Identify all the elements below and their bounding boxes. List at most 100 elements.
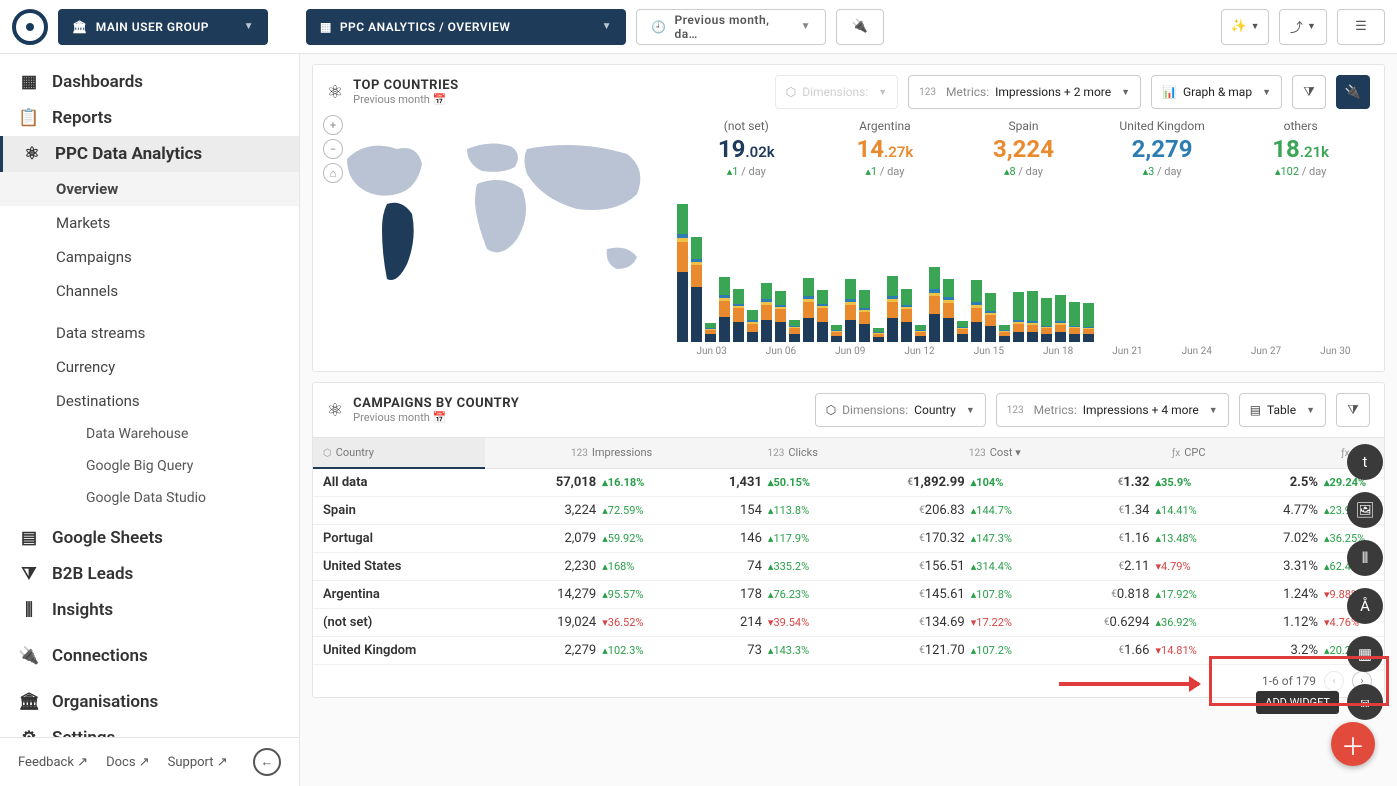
metric-notset: (not set) 19.02k ▴1 / day: [677, 119, 816, 178]
atom-icon: ⚛: [23, 145, 41, 163]
view-dropdown[interactable]: ▤ Table ▼: [1239, 393, 1326, 427]
connection-button[interactable]: 🔌: [836, 9, 884, 45]
table-row[interactable]: United Kingdom2,279▴102.3%73▴143.3%€121.…: [313, 637, 1384, 665]
nav-item-overview[interactable]: Overview: [0, 172, 299, 206]
theme-button[interactable]: ✨▼: [1221, 9, 1269, 45]
table-row[interactable]: Portugal2,079▴59.92%146▴117.9%€170.32▴14…: [313, 525, 1384, 553]
rail-add-widget-button[interactable]: ADD WIDGET ⩎: [1347, 684, 1383, 720]
nav-item-organisations[interactable]: 🏛 Organisations: [0, 684, 299, 720]
view-dropdown[interactable]: 📊 Graph & map ▼: [1151, 75, 1282, 109]
nav-label: Google Sheets: [52, 528, 163, 548]
number-icon: 123: [919, 87, 936, 98]
footer-support[interactable]: Support ↗: [168, 755, 228, 770]
bank-icon: 🏛: [20, 693, 38, 711]
nav-item-data-warehouse[interactable]: Data Warehouse: [0, 418, 299, 450]
col-cost[interactable]: 123Cost ▾: [828, 438, 1031, 469]
filter-button[interactable]: ⧩: [1292, 75, 1326, 109]
col-clicks[interactable]: 123Clicks: [662, 438, 828, 469]
nav-item-ppc-data-analytics[interactable]: ⚛PPC Data Analytics: [0, 136, 299, 172]
rail-draw-button[interactable]: Å: [1347, 588, 1383, 624]
table-row[interactable]: All data57,018▴16.18%1,431▴50.15%€1,892.…: [313, 468, 1384, 497]
nav-item-google-big-query[interactable]: Google Big Query: [0, 450, 299, 482]
rail-grid-button[interactable]: ▦: [1347, 636, 1383, 672]
campaigns-by-country-card: ⚛ CAMPAIGNS BY COUNTRY Previous month 📅 …: [312, 382, 1385, 698]
text-icon: t: [1363, 453, 1368, 471]
rail-chart-button[interactable]: ⫴: [1347, 540, 1383, 576]
nav-item-reports[interactable]: 📋Reports: [0, 100, 299, 136]
xaxis-label: Jun 15: [954, 346, 1023, 357]
xaxis-label: Jun 18: [1023, 346, 1092, 357]
nav-label: Currency: [56, 358, 115, 376]
nav-item-markets[interactable]: Markets: [0, 206, 299, 240]
campaigns-table: ⬡Country123Impressions123Clicks123Cost ▾…: [313, 437, 1384, 665]
stacked-bar-chart: [677, 192, 1370, 342]
zoom-in-button[interactable]: +: [323, 115, 343, 135]
nav-item-google-sheets[interactable]: ▤ Google Sheets: [0, 520, 299, 556]
sheet-icon: ▤: [20, 529, 38, 547]
xaxis-label: Jun 09: [816, 346, 885, 357]
nav-label: Overview: [56, 180, 118, 198]
rail-image-button[interactable]: 🖼: [1347, 492, 1383, 528]
user-group-dropdown[interactable]: 🏛 MAIN USER GROUP ▼: [58, 9, 268, 45]
pager-prev[interactable]: ‹: [1324, 671, 1344, 691]
context-label: PPC ANALYTICS / OVERVIEW: [340, 20, 511, 34]
plug-button[interactable]: 🔌: [1336, 75, 1370, 109]
top-countries-card: ⚛ TOP COUNTRIES Previous month 📅 ⬡ Dimen…: [312, 64, 1385, 372]
nav-label: Organisations: [52, 692, 158, 712]
sparkle-icon: ✨: [1230, 19, 1246, 34]
table-row[interactable]: (not set)19,024▾36.52%214▾39.54%€134.69▾…: [313, 609, 1384, 637]
nav-label: Data streams: [56, 324, 145, 342]
col-country[interactable]: ⬡Country: [313, 438, 485, 469]
xaxis-label: Jun 30: [1301, 346, 1370, 357]
nav-item-google-data-studio[interactable]: Google Data Studio: [0, 482, 299, 514]
nav-item-destinations[interactable]: Destinations: [0, 384, 299, 418]
app-logo[interactable]: [12, 9, 48, 45]
world-map[interactable]: [327, 119, 667, 309]
zoom-out-button[interactable]: −: [323, 139, 343, 159]
chevron-down-icon: ▼: [602, 21, 612, 32]
table-row[interactable]: Argentina14,279▴95.57%178▴76.23%€145.61▴…: [313, 581, 1384, 609]
nav-item-b2b-leads[interactable]: ⧩B2B Leads: [0, 556, 299, 592]
table-row[interactable]: United States2,230▴168%74▴335.2%€156.51▴…: [313, 553, 1384, 581]
nav-label: Settings: [52, 728, 115, 737]
rail-text-button[interactable]: t: [1347, 444, 1383, 480]
filter-button[interactable]: ⧩: [1336, 393, 1370, 427]
widget-icon: ⩎: [1361, 693, 1369, 711]
metric-argentina: Argentina 14.27k ▴1 / day: [816, 119, 955, 178]
col-impressions[interactable]: 123Impressions: [485, 438, 662, 469]
clock-icon: 🕘: [651, 20, 666, 34]
context-dropdown[interactable]: ▦ PPC ANALYTICS / OVERVIEW ▼: [306, 9, 626, 45]
atom-icon: ⚛: [327, 400, 343, 421]
metrics-dropdown[interactable]: 123 Metrics: Impressions + 2 more ▼: [908, 75, 1141, 109]
share-button[interactable]: ⤴▼: [1279, 9, 1327, 45]
share-icon: ⤴: [1290, 17, 1303, 36]
add-widget-tooltip: ADD WIDGET: [1256, 691, 1339, 714]
footer-feedback[interactable]: Feedback ↗: [18, 755, 88, 770]
nav-label: Reports: [52, 108, 112, 128]
metrics-dropdown[interactable]: 123 Metrics: Impressions + 4 more ▼: [996, 393, 1229, 427]
back-button[interactable]: ←: [253, 748, 281, 776]
image-icon: 🖼: [1355, 501, 1374, 519]
recenter-button[interactable]: ⌂: [323, 163, 343, 183]
fab-add-button[interactable]: ＋: [1331, 722, 1375, 766]
atom-icon: ⚛: [327, 82, 343, 103]
nav-item-dashboards[interactable]: ▦Dashboards: [0, 64, 299, 100]
xaxis-label: Jun 03: [677, 346, 746, 357]
date-range-dropdown[interactable]: 🕘 Previous month, da… ▼: [636, 9, 826, 45]
nav-item-campaigns[interactable]: Campaigns: [0, 240, 299, 274]
footer-docs[interactable]: Docs ↗: [106, 755, 150, 770]
nav-item-currency[interactable]: Currency: [0, 350, 299, 384]
nav-item-channels[interactable]: Channels: [0, 274, 299, 308]
bars-icon: ⫼: [20, 601, 38, 619]
nav-item-data-streams[interactable]: Data streams: [0, 316, 299, 350]
chart-icon: 📊: [1162, 85, 1177, 99]
menu-button[interactable]: ☰: [1337, 9, 1385, 45]
table-row[interactable]: Spain3,224▴72.59%154▴113.8%€206.83▴144.7…: [313, 497, 1384, 525]
dimensions-dropdown[interactable]: ⬡ Dimensions: Country ▼: [815, 393, 986, 427]
nav-item-settings[interactable]: ⚙Settings: [0, 720, 299, 737]
nav-item-insights[interactable]: ⫼Insights: [0, 592, 299, 628]
nav-item-connections[interactable]: 🔌Connections: [0, 638, 299, 674]
col-cpc[interactable]: ƒxCPC: [1031, 438, 1216, 469]
dimensions-dropdown[interactable]: ⬡ Dimensions: ▼: [775, 75, 898, 109]
nav-label: Dashboards: [52, 72, 143, 92]
